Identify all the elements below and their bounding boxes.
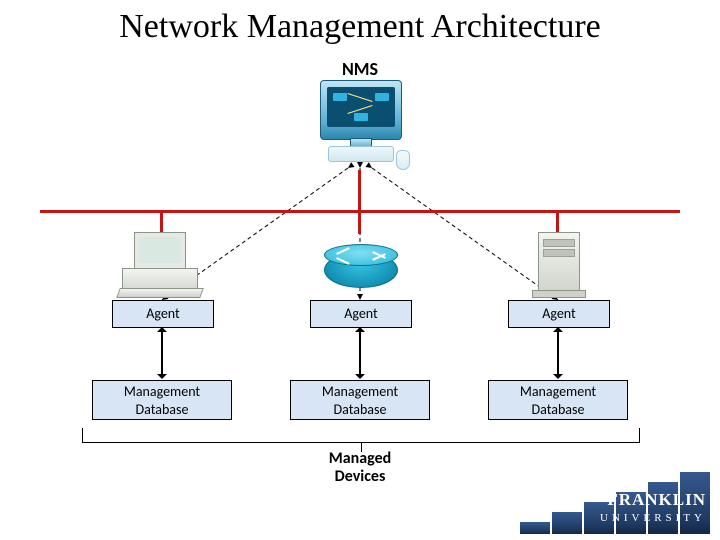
managed-device-column: Agent ManagementDatabase <box>280 232 440 412</box>
management-database-box: ManagementDatabase <box>92 380 232 420</box>
network-stub <box>556 210 559 234</box>
managed-devices-brace <box>82 428 640 443</box>
management-database-box: ManagementDatabase <box>488 380 628 420</box>
network-stub <box>358 210 361 234</box>
agent-db-connector-icon <box>557 328 559 378</box>
logo-sub: UNIVERSITY <box>600 512 706 524</box>
logo-name: FRANKLIN <box>607 491 706 508</box>
page-title: Network Management Architecture <box>0 8 720 46</box>
managed-device-column: Agent ManagementDatabase <box>478 232 638 412</box>
workstation-icon <box>82 232 242 292</box>
router-icon <box>280 232 440 292</box>
managed-device-column: Agent ManagementDatabase <box>82 232 242 412</box>
nms-label: NMS <box>0 58 720 80</box>
nms-workstation-icon <box>310 80 410 168</box>
network-stub <box>358 170 361 210</box>
management-database-box: ManagementDatabase <box>290 380 430 420</box>
network-stub <box>160 210 163 234</box>
franklin-university-logo: FRANKLIN UNIVERSITY <box>520 470 710 534</box>
server-icon <box>478 232 638 292</box>
agent-db-connector-icon <box>359 328 361 378</box>
agent-db-connector-icon <box>161 328 163 378</box>
